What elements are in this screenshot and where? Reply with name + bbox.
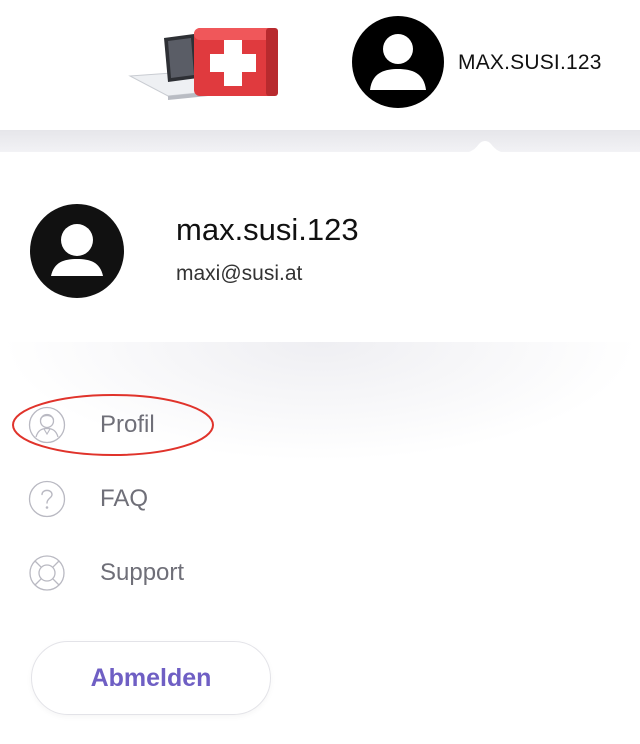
user-profile-icon [28, 406, 66, 444]
header-shadow-band [0, 130, 640, 154]
menu-item-support[interactable]: Support [28, 550, 328, 594]
header-avatar[interactable] [352, 16, 444, 108]
menu-item-label: FAQ [100, 485, 149, 512]
first-aid-laptop-icon [128, 28, 278, 100]
dropdown-avatar [30, 204, 124, 298]
top-header: MAX.SUSI.123 [0, 0, 640, 130]
dropdown-email: maxi@susi.at [176, 262, 303, 285]
question-circle-icon [28, 480, 66, 518]
menu-item-label: Support [100, 559, 185, 586]
lifebuoy-icon [29, 555, 65, 591]
dropdown-username: max.susi.123 [176, 212, 359, 247]
menu-item-profil[interactable]: Profil [28, 402, 328, 446]
user-dropdown-menu: max.susi.123 maxi@susi.at Profil FAQ Sup… [0, 152, 640, 744]
logout-button[interactable]: Abmelden [31, 641, 271, 715]
menu-item-faq[interactable]: FAQ [28, 476, 328, 520]
user-avatar-icon [370, 34, 426, 90]
user-info-block: max.susi.123 maxi@susi.at [0, 152, 640, 347]
page: MAX.SUSI.123 max.susi.123 maxi@susi.at P… [0, 0, 640, 744]
header-username[interactable]: MAX.SUSI.123 [458, 51, 602, 75]
user-avatar-icon [51, 224, 103, 276]
menu-item-label: Profil [100, 411, 155, 438]
